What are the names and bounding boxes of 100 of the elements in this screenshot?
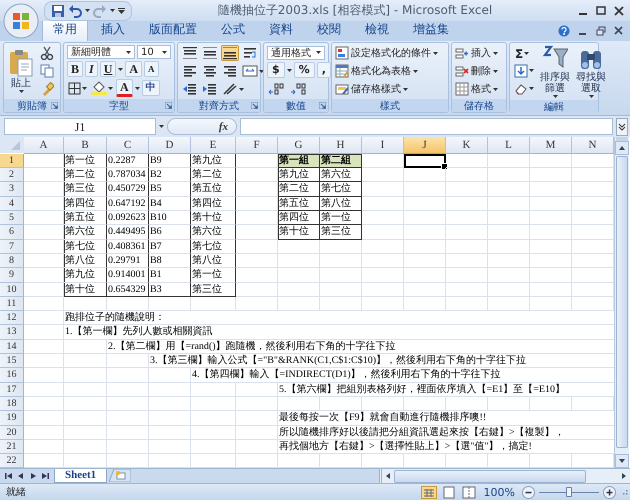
empty-cell[interactable] [64,382,107,397]
empty-cell[interactable] [278,240,320,254]
caret-icon[interactable] [18,90,24,94]
empty-cell[interactable] [362,240,404,254]
caret-icon[interactable] [493,52,498,55]
column-header[interactable]: F [236,136,278,154]
ribbon-tab[interactable]: 版面配置 [138,18,208,42]
borders-button[interactable] [67,80,88,96]
caret-icon[interactable] [493,88,498,91]
caret-icon[interactable] [529,87,534,90]
empty-cell[interactable] [488,296,530,312]
customize-icon[interactable] [118,8,125,14]
empty-cell[interactable] [64,368,107,383]
empty-cell[interactable] [107,411,149,426]
empty-cell[interactable] [446,240,488,254]
caret-icon[interactable] [433,52,438,55]
empty-cell[interactable] [362,254,404,268]
dialog-launcher-icon[interactable] [251,102,258,110]
font-style-button[interactable]: U [100,61,116,78]
align-center-button[interactable] [201,63,219,80]
empty-cell[interactable] [488,396,530,412]
empty-cell[interactable] [64,340,107,354]
empty-cell[interactable] [530,225,572,240]
empty-cell[interactable] [149,296,191,312]
empty-cell[interactable] [446,225,488,240]
empty-cell[interactable] [362,396,404,412]
restore-icon[interactable] [596,26,606,36]
empty-cell[interactable] [320,268,362,283]
empty-cell[interactable] [149,382,191,397]
empty-cell[interactable] [149,411,191,426]
empty-cell[interactable] [278,396,320,412]
empty-cell[interactable] [488,154,530,168]
empty-cell[interactable] [107,296,149,312]
sheet-tab[interactable]: Sheet1 [54,469,108,484]
empty-cell[interactable] [362,268,404,283]
column-header[interactable]: J [404,136,446,154]
empty-cell[interactable] [320,282,362,297]
phonetic-button[interactable]: 中 [142,80,160,96]
empty-cell[interactable] [107,396,149,412]
ribbon-tab[interactable]: 公式 [210,18,256,42]
empty-cell[interactable] [530,240,572,254]
insert-function-button[interactable]: fx [218,120,228,133]
insert-sheet-icon[interactable] [109,469,132,482]
column-header[interactable]: H [320,136,362,154]
empty-cell[interactable] [530,254,572,268]
font-size-dropdown[interactable]: 10 [137,45,171,60]
empty-cell[interactable] [488,240,530,254]
row-header[interactable]: 7 [0,240,24,254]
empty-cell[interactable] [446,296,488,312]
command-button[interactable]: 設定格式化的條件 [335,45,438,62]
empty-cell[interactable] [488,211,530,226]
caret-icon[interactable] [524,52,530,56]
font-dropdown[interactable]: 新細明體 [67,45,135,60]
empty-cell[interactable] [530,196,572,212]
last-sheet-icon[interactable] [40,471,50,482]
empty-cell[interactable] [236,168,278,182]
empty-cell[interactable] [446,154,488,168]
empty-cell[interactable] [149,426,191,440]
empty-cell[interactable] [236,396,278,412]
command-button[interactable]: 刪除 [455,63,498,80]
command-button[interactable]: 插入 [455,45,498,62]
empty-cell[interactable] [64,354,107,368]
caret-icon[interactable] [110,9,115,12]
orientation-button[interactable] [221,81,245,98]
caret-icon[interactable] [413,70,418,73]
row-header[interactable]: 17 [0,382,24,397]
align-right-button[interactable] [221,63,239,80]
fill-handle[interactable] [441,163,448,170]
empty-cell[interactable] [236,268,278,283]
row-header[interactable]: 2 [0,168,24,182]
undo-icon[interactable] [68,4,82,18]
empty-cell[interactable] [446,211,488,226]
font-style-button[interactable]: I [85,61,98,78]
empty-cell[interactable] [236,426,278,440]
empty-cell[interactable] [278,296,320,312]
first-sheet-icon[interactable] [4,471,14,482]
maximize-icon[interactable] [596,6,606,16]
shrink-font-button[interactable]: A [144,61,159,78]
empty-cell[interactable] [236,382,278,397]
empty-cell[interactable] [149,396,191,412]
column-header[interactable]: G [278,136,320,154]
empty-cell[interactable] [404,296,446,312]
empty-cell[interactable] [404,282,446,297]
ribbon-tab[interactable]: 檢視 [354,18,400,42]
empty-cell[interactable] [446,268,488,283]
page-break-icon[interactable] [460,486,477,499]
dialog-launcher-icon[interactable] [165,102,172,110]
align-top-button[interactable] [181,45,199,62]
empty-cell[interactable] [488,168,530,182]
row-header[interactable]: 9 [0,268,24,283]
zoom-in-icon[interactable] [603,486,616,499]
caret-icon[interactable] [108,86,113,90]
empty-cell[interactable] [236,225,278,240]
grow-font-button[interactable]: A [125,61,142,78]
empty-cell[interactable] [404,254,446,268]
empty-cell[interactable] [236,282,278,297]
scroll-thumb[interactable] [616,156,628,448]
empty-cell[interactable] [191,296,236,312]
column-header[interactable]: L [488,136,530,154]
page-layout-icon[interactable] [440,486,457,499]
